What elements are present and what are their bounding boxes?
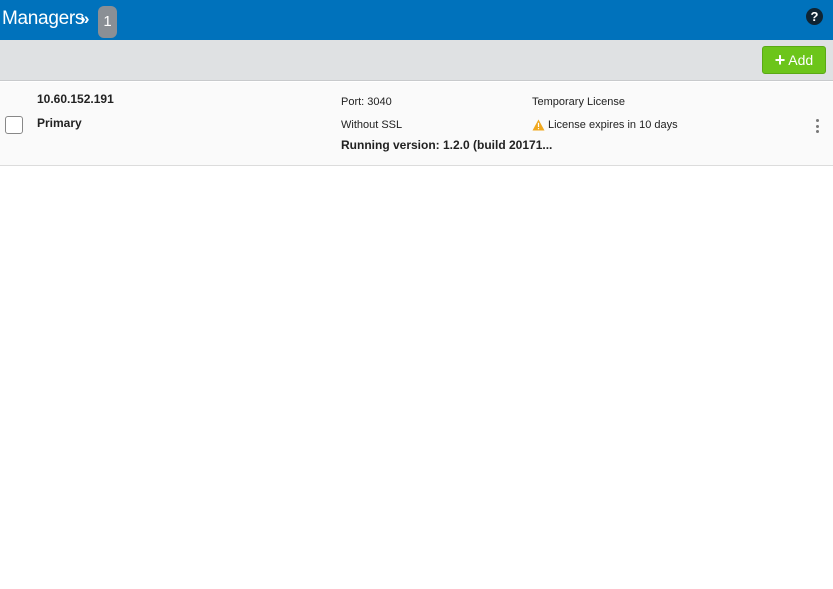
toolbar: + Add: [0, 40, 833, 81]
add-button-label: Add: [788, 52, 814, 68]
warning-icon: [532, 119, 545, 131]
row-menu-icon[interactable]: [812, 119, 822, 133]
manager-row[interactable]: 10.60.152.191 Primary Port: 3040 Without…: [0, 82, 833, 166]
plus-icon: +: [774, 50, 786, 70]
license-type: Temporary License: [532, 96, 625, 108]
license-warning: License expires in 10 days: [532, 119, 678, 131]
top-header: Managers » 1 ?: [0, 0, 833, 40]
help-icon[interactable]: ?: [806, 8, 823, 25]
row-checkbox[interactable]: [5, 116, 23, 134]
page-title: Managers: [2, 8, 85, 29]
breadcrumb-separator: »: [80, 9, 90, 28]
count-badge: 1: [98, 6, 117, 38]
license-warning-text: License expires in 10 days: [548, 119, 678, 131]
manager-version: Running version: 1.2.0 (build 20171...: [341, 138, 553, 152]
add-button[interactable]: + Add: [762, 46, 826, 74]
manager-ip: 10.60.152.191: [37, 92, 114, 106]
manager-port: Port: 3040: [341, 96, 392, 108]
manager-role: Primary: [37, 116, 82, 130]
manager-ssl: Without SSL: [341, 119, 403, 131]
